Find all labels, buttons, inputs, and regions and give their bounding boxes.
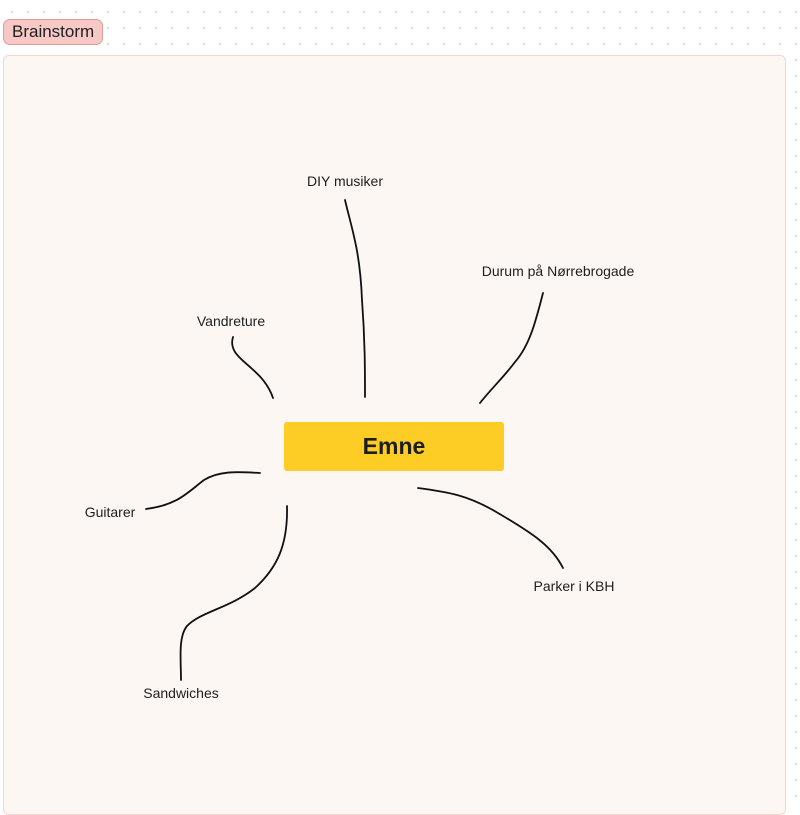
section-title-tag[interactable]: Brainstorm — [3, 19, 104, 45]
central-topic-card[interactable]: Emne — [284, 422, 504, 471]
branch-guitarer[interactable]: Guitarer — [85, 503, 136, 521]
branch-sandwiches[interactable]: Sandwiches — [143, 684, 219, 702]
branch-parker[interactable]: Parker i KBH — [534, 577, 615, 595]
section-title: Brainstorm — [12, 22, 95, 41]
branch-durum[interactable]: Durum på Nørrebrogade — [482, 262, 635, 280]
branch-diy-musiker[interactable]: DIY musiker — [307, 172, 383, 190]
branch-vandreture[interactable]: Vandreture — [197, 312, 265, 330]
central-topic-label: Emne — [362, 433, 426, 459]
